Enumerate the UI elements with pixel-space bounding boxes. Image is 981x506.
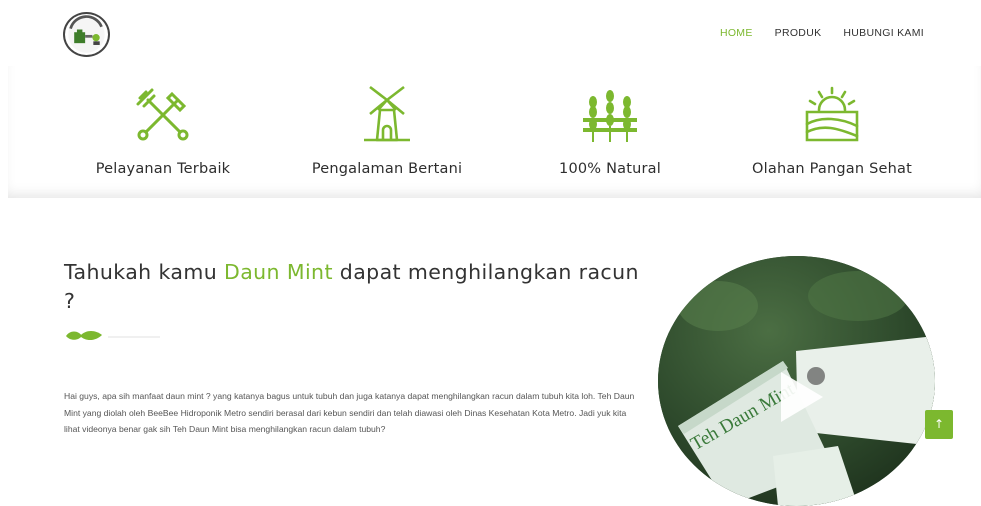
feature-olahan: Olahan Pangan Sehat (732, 84, 932, 177)
feature-label: Pengalaman Bertani (311, 161, 463, 177)
main-nav: HOME PRODUK HUBUNGI KAMI (720, 27, 924, 39)
feature-pelayanan: Pelayanan Terbaik (63, 84, 263, 177)
sunrise-field-icon (805, 86, 859, 142)
back-to-top-button[interactable]: ↑ (925, 410, 953, 439)
windmill-icon (364, 85, 410, 142)
article-title: Tahukah kamu Daun Mint dapat menghilangk… (64, 258, 644, 316)
site-header: HOME PRODUK HUBUNGI KAMI (0, 0, 981, 66)
feature-pengalaman: Pengalaman Bertani (287, 84, 487, 177)
logo-icon[interactable] (63, 12, 110, 57)
nav-hubungi-kami[interactable]: HUBUNGI KAMI (843, 27, 924, 39)
wheat-icon (583, 90, 637, 142)
leaf-divider-icon (66, 331, 160, 341)
nav-home[interactable]: HOME (720, 27, 753, 39)
feature-label: 100% Natural (559, 161, 661, 177)
title-highlight: Daun Mint (224, 260, 333, 284)
shovel-rake-icon (136, 88, 189, 141)
title-text-before: Tahukah kamu (64, 260, 225, 284)
nav-produk[interactable]: PRODUK (775, 27, 822, 39)
video-thumbnail[interactable]: Teh Daun Mint (658, 256, 935, 506)
feature-natural: 100% Natural (510, 84, 710, 177)
features-strip: Pelayanan Terbaik Pengalaman Bertani 100… (8, 66, 981, 198)
feature-label: Pelayanan Terbaik (95, 161, 231, 177)
feature-label: Olahan Pangan Sehat (752, 161, 912, 177)
article-body: Hai guys, apa sih manfaat daun mint ? ya… (64, 391, 635, 434)
